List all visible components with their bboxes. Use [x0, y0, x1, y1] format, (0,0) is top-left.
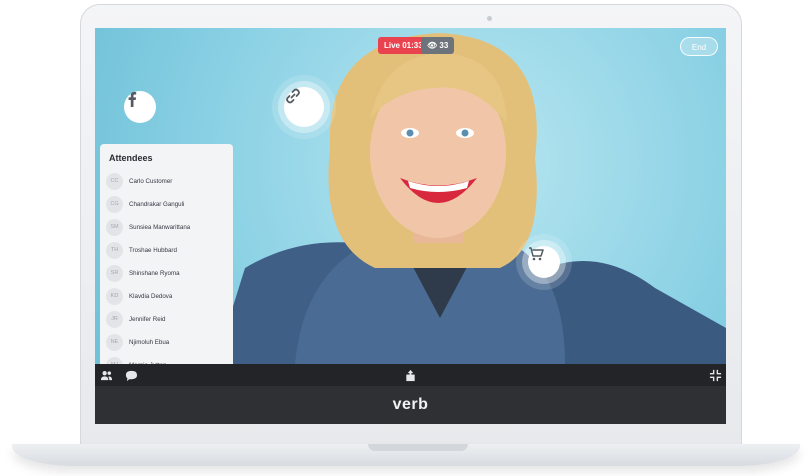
control-bar [95, 364, 726, 386]
live-timer-label: Live 01:33 [384, 41, 423, 50]
avatar: CC [106, 173, 123, 190]
attendee-item[interactable]: KD Klavdia Dedova [106, 285, 230, 308]
cart-icon [529, 247, 544, 261]
attendee-item[interactable]: CC Carlo Customer [106, 170, 230, 193]
attendee-item[interactable]: JR Jennifer Reid [106, 308, 230, 331]
live-video: Live 01:33 👁 33 End Attendees CC Carlo C… [95, 28, 726, 364]
attendee-name: Klavdia Dedova [129, 293, 173, 300]
facebook-icon [128, 92, 137, 107]
viewer-count: 33 [439, 41, 449, 50]
avatar: SM [106, 219, 123, 236]
avatar: KD [106, 288, 123, 305]
right-iris [461, 129, 469, 137]
facebook-share-button[interactable] [124, 91, 156, 123]
avatar: MJ [106, 357, 123, 364]
attendee-name: Sunsiea Manwarittana [129, 224, 191, 231]
attendees-panel: Attendees CC Carlo Customer CG Chandrakar G… [100, 144, 233, 364]
attendee-name: Chandrakar Ganguli [129, 201, 185, 208]
attendee-name: Shinshane Ryoma [129, 270, 180, 277]
avatar: SR [106, 265, 123, 282]
chat-icon[interactable] [125, 369, 138, 382]
attendee-item[interactable]: SR Shinshane Ryoma [106, 262, 230, 285]
avatar: NE [106, 334, 123, 351]
attendees-title: Attendees [109, 153, 153, 163]
people-icon[interactable] [100, 369, 113, 382]
laptop-notch [368, 444, 468, 451]
laptop-base [12, 444, 800, 466]
copy-link-button[interactable] [284, 87, 324, 127]
webcam-dot [487, 16, 492, 21]
avatar: TH [106, 242, 123, 259]
end-stream-button[interactable]: End [680, 37, 718, 56]
link-icon [286, 88, 300, 104]
eye-icon: 👁 [427, 41, 438, 50]
viewer-count-badge: 👁 33 [421, 37, 455, 54]
attendees-list: CC Carlo Customer CG Chandrakar Ganguli SM Su… [106, 170, 230, 364]
avatar: JR [106, 311, 123, 328]
attendee-name: Njimoluh Ebua [129, 339, 170, 346]
left-iris [406, 129, 414, 137]
app-screen: Live 01:33 👁 33 End Attendees CC Carlo C… [95, 28, 726, 424]
attendee-name: Carlo Customer [129, 178, 173, 185]
attendee-item[interactable]: NE Njimoluh Ebua [106, 331, 230, 354]
brand-logo: verb [392, 396, 429, 413]
attendee-item[interactable]: MJMargie Jutten [106, 354, 230, 364]
attendee-item[interactable]: TH Troshae Hubbard [106, 239, 230, 262]
attendee-item[interactable]: CG Chandrakar Ganguli [106, 193, 230, 216]
share-icon[interactable] [404, 369, 417, 382]
avatar: CG [106, 196, 123, 213]
attendee-name: Troshae Hubbard [129, 247, 177, 254]
attendee-name: Jennifer Reid [129, 316, 166, 323]
attendee-item[interactable]: SM Sunsiea Manwarittana [106, 216, 230, 239]
shopping-cart-button[interactable] [528, 246, 560, 278]
brand-bar: verb [95, 386, 726, 424]
minimize-icon[interactable] [709, 369, 722, 382]
